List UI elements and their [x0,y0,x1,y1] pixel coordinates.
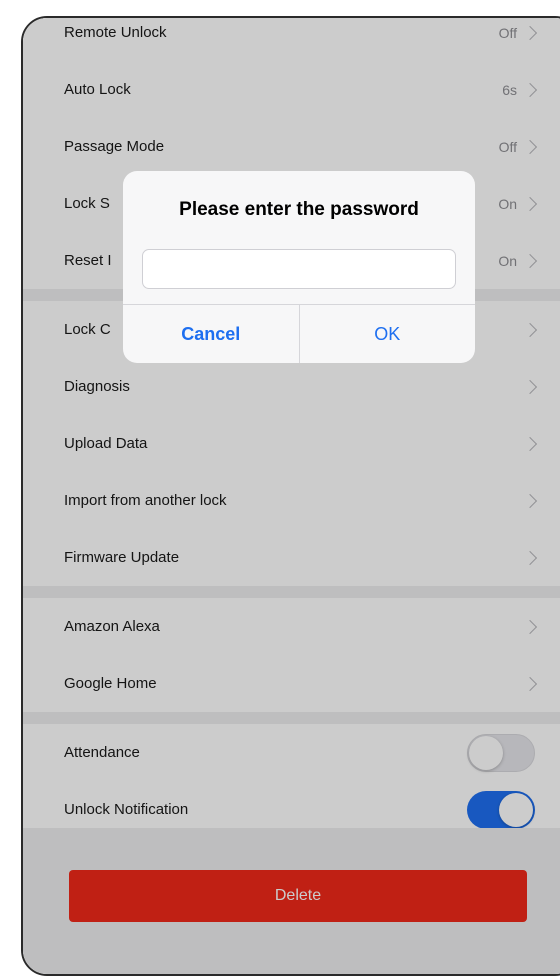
cancel-button[interactable]: Cancel [123,305,300,363]
phone-frame: Remote Unlock Off Auto Lock 6s Passage M… [21,16,560,976]
password-dialog: Please enter the password Cancel OK [123,171,475,363]
dialog-title: Please enter the password [179,199,419,220]
modal-backdrop [23,18,560,974]
settings-screen: Remote Unlock Off Auto Lock 6s Passage M… [23,18,560,974]
dialog-actions: Cancel OK [123,304,475,363]
ok-button[interactable]: OK [300,305,476,363]
password-input[interactable] [142,249,456,289]
